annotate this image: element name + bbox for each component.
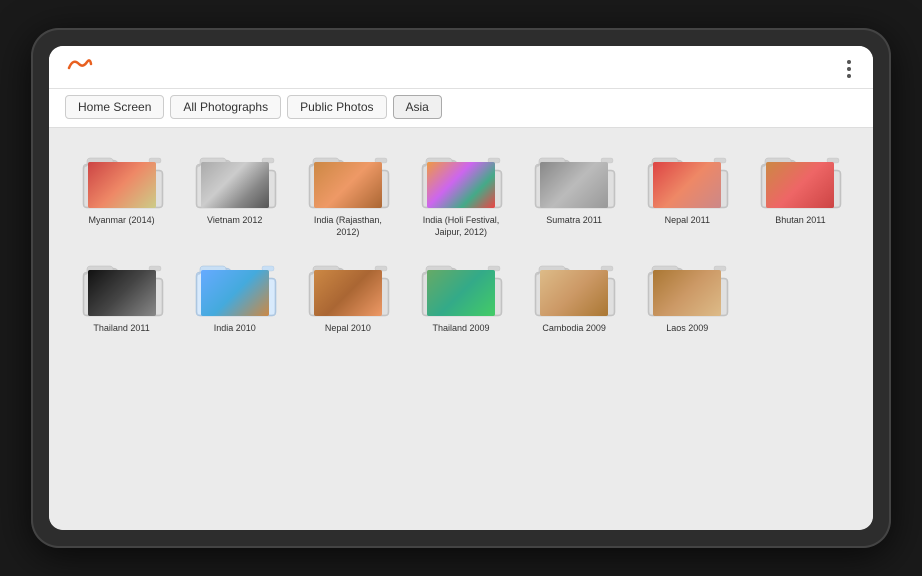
folder-label-bhutan: Bhutan 2011 xyxy=(775,215,825,227)
content-area: Myanmar (2014) Vietnam 2012 xyxy=(49,128,873,530)
folder-item-vietnam[interactable]: Vietnam 2012 xyxy=(182,144,287,238)
folder-icon-myanmar xyxy=(79,144,165,212)
header xyxy=(49,46,873,89)
folder-item-nepal[interactable]: Nepal 2011 xyxy=(635,144,740,238)
folder-photo-india-holi xyxy=(427,162,495,208)
folder-icon-india-holi xyxy=(418,144,504,212)
folder-label-thailand: Thailand 2011 xyxy=(93,323,149,335)
menu-dot-3 xyxy=(847,74,851,78)
folder-icon-thailand09 xyxy=(418,252,504,320)
folder-icon-laos xyxy=(644,252,730,320)
menu-dot-1 xyxy=(847,60,851,64)
tablet-frame: Home ScreenAll PhotographsPublic Photos A… xyxy=(31,28,891,548)
folder-icon-nepal xyxy=(644,144,730,212)
folder-label-thailand09: Thailand 2009 xyxy=(432,323,489,335)
folder-label-cambodia: Cambodia 2009 xyxy=(542,323,606,335)
folder-label-laos: Laos 2009 xyxy=(666,323,708,335)
folder-photo-nepal xyxy=(653,162,721,208)
folder-icon-bhutan xyxy=(757,144,843,212)
folder-icon-thailand xyxy=(79,252,165,320)
folder-label-vietnam: Vietnam 2012 xyxy=(207,215,262,227)
folder-label-india-holi: India (Holi Festival, Jaipur, 2012) xyxy=(416,215,506,238)
folder-item-nepal10[interactable]: Nepal 2010 xyxy=(295,252,400,335)
folder-icon-india-raj xyxy=(305,144,391,212)
brand-icon xyxy=(65,56,93,72)
menu-dot-2 xyxy=(847,67,851,71)
folder-label-myanmar: Myanmar (2014) xyxy=(89,215,155,227)
folder-item-india-holi[interactable]: India (Holi Festival, Jaipur, 2012) xyxy=(408,144,513,238)
folder-item-bhutan[interactable]: Bhutan 2011 xyxy=(748,144,853,238)
tab-photos[interactable]: All Photographs xyxy=(170,95,281,119)
zenfolio-logo xyxy=(65,56,93,72)
folder-icon-nepal10 xyxy=(305,252,391,320)
folder-photo-vietnam xyxy=(201,162,269,208)
folder-photo-thailand09 xyxy=(427,270,495,316)
folder-photo-nepal10 xyxy=(314,270,382,316)
folder-photo-sumatra xyxy=(540,162,608,208)
folder-item-india10[interactable]: India 2010 xyxy=(182,252,287,335)
folder-label-nepal: Nepal 2011 xyxy=(665,215,710,227)
folder-item-thailand09[interactable]: Thailand 2009 xyxy=(408,252,513,335)
folder-icon-cambodia xyxy=(531,252,617,320)
folder-item-sumatra[interactable]: Sumatra 2011 xyxy=(522,144,627,238)
header-left xyxy=(65,56,103,72)
folder-photo-bhutan xyxy=(766,162,834,208)
more-menu-button[interactable] xyxy=(841,56,857,82)
folder-label-nepal10: Nepal 2010 xyxy=(325,323,371,335)
folder-photo-thailand xyxy=(88,270,156,316)
folder-photo-myanmar xyxy=(88,162,156,208)
folder-label-india10: India 2010 xyxy=(214,323,256,335)
folder-photo-laos xyxy=(653,270,721,316)
folder-item-thailand[interactable]: Thailand 2011 xyxy=(69,252,174,335)
folder-icon-vietnam xyxy=(192,144,278,212)
folder-label-sumatra: Sumatra 2011 xyxy=(546,215,602,227)
folder-label-india-raj: India (Rajasthan, 2012) xyxy=(303,215,393,238)
tab-home[interactable]: Home Screen xyxy=(65,95,164,119)
folder-icon-sumatra xyxy=(531,144,617,212)
folder-item-myanmar[interactable]: Myanmar (2014) xyxy=(69,144,174,238)
nav-tabs: Home ScreenAll PhotographsPublic Photos A… xyxy=(49,89,873,128)
folder-item-laos[interactable]: Laos 2009 xyxy=(635,252,740,335)
folder-item-cambodia[interactable]: Cambodia 2009 xyxy=(522,252,627,335)
folder-item-india-raj[interactable]: India (Rajasthan, 2012) xyxy=(295,144,400,238)
folder-photo-cambodia xyxy=(540,270,608,316)
folder-grid: Myanmar (2014) Vietnam 2012 xyxy=(69,144,853,335)
folder-photo-india10 xyxy=(201,270,269,316)
tab-asia[interactable]: Asia xyxy=(393,95,442,119)
tab-public[interactable]: Public Photos xyxy=(287,95,386,119)
tablet-screen: Home ScreenAll PhotographsPublic Photos A… xyxy=(49,46,873,530)
folder-photo-india-raj xyxy=(314,162,382,208)
folder-icon-india10 xyxy=(192,252,278,320)
